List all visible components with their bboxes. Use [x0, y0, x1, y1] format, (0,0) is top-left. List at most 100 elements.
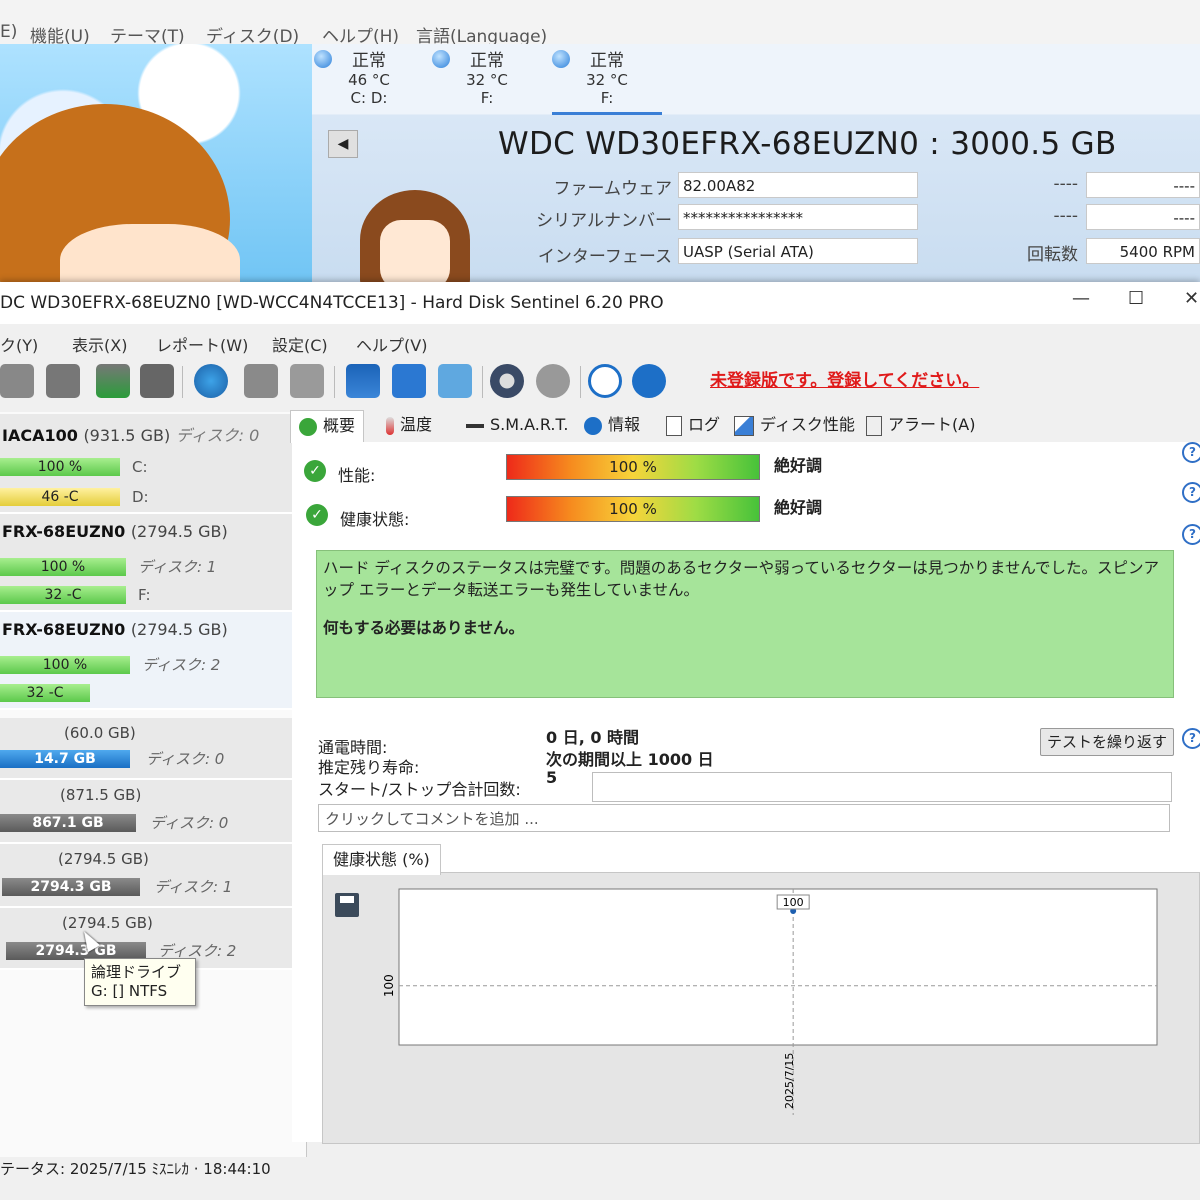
- rpm-value: 5400 RPM: [1086, 238, 1200, 264]
- cdi-right-label-2: ----: [1053, 206, 1078, 226]
- cdi-right-label-1: ----: [1053, 174, 1078, 194]
- performance-ok-icon: ✓: [304, 460, 326, 482]
- tab-information[interactable]: 情報: [584, 410, 640, 442]
- health-ok-icon: ✓: [306, 504, 328, 526]
- disk-temp: 46 °C: [348, 71, 390, 89]
- check-icon: [299, 417, 317, 436]
- mail-icon[interactable]: [392, 364, 426, 398]
- disk-number: ディスク: 2: [142, 656, 221, 674]
- register-link[interactable]: 未登録版です。登録してください。: [710, 366, 979, 391]
- help-icon[interactable]: [588, 364, 622, 398]
- cdi-right-value-1: ----: [1086, 172, 1200, 198]
- disk-list: IACA100 (931.5 GB) ディスク: 0 100 % C: 46 -…: [0, 412, 307, 1157]
- help-icon[interactable]: ?: [1182, 728, 1200, 749]
- anime-artwork: [0, 44, 315, 290]
- disk-icon[interactable]: [0, 364, 34, 398]
- health-rating: 絶好調: [774, 498, 823, 517]
- disk-clock-icon[interactable]: [46, 364, 80, 398]
- tab-health-chart[interactable]: 健康状態 (%): [322, 844, 441, 875]
- close-button[interactable]: ✕: [1184, 288, 1199, 309]
- health-chart-area: 100 100 2025/7/15: [322, 872, 1200, 1144]
- comment-input[interactable]: クリックしてコメントを追加 ...: [318, 804, 1170, 832]
- help-icon[interactable]: ?: [1182, 442, 1200, 463]
- previous-disk-button[interactable]: ◀: [328, 130, 358, 158]
- disk-search-icon[interactable]: [140, 364, 174, 398]
- volume-item-1[interactable]: (871.5 GB) 867.1 GB ディスク: 0: [0, 780, 300, 844]
- cdi-disk-status-1[interactable]: 正常 46 °C C: D:: [314, 46, 424, 112]
- hds-menu-view[interactable]: 表示(X): [72, 332, 127, 356]
- performance-meter: 100 %: [506, 454, 760, 480]
- status-ball-icon: [552, 50, 570, 68]
- maximize-button[interactable]: ☐: [1128, 288, 1144, 309]
- repeat-test-button[interactable]: テストを繰り返す: [1040, 728, 1174, 756]
- tab-smart[interactable]: S.M.A.R.T.: [466, 410, 568, 442]
- tab-overview[interactable]: 概要: [290, 410, 365, 443]
- toolbar-separator: [482, 366, 483, 398]
- temperature-bar: 46 -C: [0, 488, 120, 506]
- health-chart: 100 100 2025/7/15: [382, 888, 1158, 1115]
- dash-icon: [466, 423, 484, 428]
- report-icon[interactable]: [346, 364, 380, 398]
- firmware-label: ファームウェア: [553, 179, 673, 199]
- drive-letter: D:: [132, 488, 149, 506]
- speaker-icon[interactable]: [536, 364, 570, 398]
- volume-item-0[interactable]: (60.0 GB) 14.7 GB ディスク: 0: [0, 718, 300, 780]
- tooltip-title: 論理ドライブ: [91, 963, 182, 981]
- cdi-disk-status-3[interactable]: 正常 32 °C F:: [552, 46, 662, 115]
- tab-log[interactable]: ログ: [666, 410, 720, 442]
- network-icon[interactable]: [438, 364, 472, 398]
- volume-size: (60.0 GB): [64, 724, 136, 742]
- crystaldiskinfo-window: E) 機能(U) テーマ(T) ディスク(D) ヘルプ(H) 言語(Langua…: [0, 0, 1200, 290]
- tab-temperature[interactable]: 温度: [386, 410, 432, 442]
- volume-item-2[interactable]: (2794.5 GB) 2794.3 GB ディスク: 1: [0, 844, 300, 908]
- help-icon[interactable]: ?: [1182, 482, 1200, 503]
- cdi-main-panel: 正常 46 °C C: D: 正常 32 °C F: 正常 32 °C F: ◀…: [312, 44, 1200, 290]
- y-tick-label: 100: [382, 974, 396, 997]
- performance-chart-icon: [734, 415, 754, 436]
- volume-size: (871.5 GB): [60, 786, 142, 804]
- gear-icon[interactable]: [490, 364, 524, 398]
- health-meter: 100 %: [506, 496, 760, 522]
- disk-letters: F:: [600, 89, 614, 107]
- disk-list-item-1[interactable]: FRX-68EUZN0 (2794.5 GB) 100 % ディスク: 1 32…: [0, 514, 300, 612]
- disk-tools-icon[interactable]: [244, 364, 278, 398]
- usb-disk-icon[interactable]: [290, 364, 324, 398]
- minimize-button[interactable]: —: [1072, 288, 1090, 309]
- health-bar: 100 %: [0, 656, 130, 674]
- drive-letter: C:: [132, 458, 148, 476]
- alert-document-icon: [866, 415, 882, 436]
- globe-icon[interactable]: [194, 364, 228, 398]
- volume-free-bar: 2794.3 GB: [2, 878, 140, 896]
- toolbar-separator: [334, 366, 335, 398]
- thermometer-icon: [386, 416, 394, 435]
- help-icon[interactable]: ?: [1182, 524, 1200, 545]
- comment-field-top: [592, 772, 1172, 802]
- info-icon[interactable]: [632, 364, 666, 398]
- remaining-lifetime-label: 推定残り寿命:: [318, 758, 420, 777]
- hds-menu-report[interactable]: レポート(W): [156, 332, 248, 356]
- hds-menu-settings[interactable]: 設定(C): [272, 332, 328, 356]
- logical-drive-tooltip: 論理ドライブ G: [] NTFS: [84, 958, 196, 1006]
- toolbar-separator: [580, 366, 581, 398]
- volume-free-bar: 867.1 GB: [0, 814, 136, 832]
- data-label: 100: [783, 896, 804, 909]
- start-stop-count-label: スタート/ストップ合計回数:: [318, 780, 521, 799]
- cdi-disk-status-2[interactable]: 正常 32 °C F:: [432, 46, 542, 112]
- cdi-menu-edit[interactable]: E): [0, 22, 17, 42]
- tab-disk-performance[interactable]: ディスク性能: [734, 410, 855, 442]
- disk-name: FRX-68EUZN0 (2794.5 GB): [2, 522, 228, 541]
- volume-size: (2794.5 GB): [58, 850, 149, 868]
- disk-list-item-2[interactable]: FRX-68EUZN0 (2794.5 GB) 100 % ディスク: 2 32…: [0, 612, 300, 710]
- disk-check-icon[interactable]: [96, 364, 130, 398]
- hds-menu-help[interactable]: ヘルプ(V): [356, 332, 427, 356]
- cdi-disk-title: WDC WD30EFRX-68EUZN0 : 3000.5 GB: [498, 126, 1117, 162]
- overview-panel: ✓ 性能: 100 % 絶好調 ? ✓ 健康状態: 100 % 絶好調 ? ? …: [292, 442, 1200, 1144]
- volume-disk-number: ディスク: 0: [146, 750, 225, 768]
- hds-tabs: 概要 温度 S.M.A.R.T. 情報 ログ ディスク性能 アラート(A): [290, 410, 1200, 443]
- disk-list-item-0[interactable]: IACA100 (931.5 GB) ディスク: 0 100 % C: 46 -…: [0, 414, 300, 514]
- power-on-time-value: 0 日, 0 時間: [546, 728, 640, 747]
- hds-menu-disk[interactable]: ク(Y): [0, 332, 38, 356]
- disk-temp: 32 °C: [466, 71, 508, 89]
- tab-alerts[interactable]: アラート(A): [866, 410, 975, 442]
- health-label: 健康状態:: [340, 510, 410, 529]
